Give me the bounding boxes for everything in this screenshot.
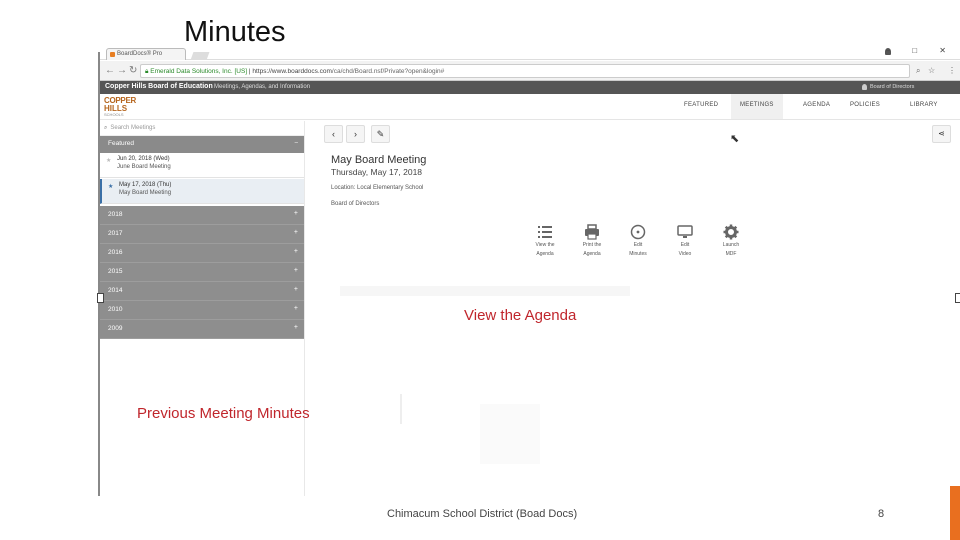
- search-meetings-input[interactable]: ⌕ Search Meetings: [100, 121, 304, 136]
- new-tab-button[interactable]: [190, 52, 210, 60]
- ghost-artifact: [340, 286, 630, 296]
- selection-handle: [955, 293, 960, 303]
- meeting-date: May 17, 2018 (Thu): [119, 182, 172, 188]
- meeting-name: May Board Meeting: [119, 190, 172, 196]
- ghost-artifact: [480, 404, 540, 464]
- next-meeting-button[interactable]: ›: [346, 125, 365, 143]
- user-icon: [862, 84, 867, 90]
- zoom-icon[interactable]: ⌕: [916, 66, 920, 76]
- meeting-title: May Board Meeting: [331, 154, 427, 166]
- site-title-strip: Copper Hills Board of Education Meetings…: [100, 81, 960, 94]
- year-folder[interactable]: 2014 +: [100, 282, 304, 301]
- mouse-cursor-icon: ⬉: [730, 133, 740, 145]
- browser-address-bar: ← → ↻ 🔒︎ Emerald Data Solutions, Inc. [U…: [100, 61, 960, 81]
- search-icon: ⌕: [104, 125, 108, 131]
- nav-agenda[interactable]: AGENDA: [803, 102, 830, 108]
- expand-icon: +: [293, 248, 298, 255]
- nav-library[interactable]: LIBRARY: [910, 102, 938, 108]
- edit-minutes-button[interactable]: Edit Minutes: [620, 224, 656, 258]
- expand-icon: +: [293, 286, 298, 293]
- url-host: https://www.boarddocs.com: [252, 68, 332, 75]
- browser-tab-bar: BoardDocs® Pro – □ ✕: [100, 44, 960, 60]
- callout-view-agenda: View the Agenda: [464, 307, 577, 324]
- edit-video-button[interactable]: Edit Video: [667, 224, 703, 258]
- year-folder[interactable]: 2016 +: [100, 244, 304, 263]
- selection-handle: [97, 293, 104, 303]
- favicon-icon: [110, 52, 115, 57]
- site-subtitle: Meetings, Agendas, and Information: [214, 83, 311, 90]
- year-folder[interactable]: 2018 +: [100, 206, 304, 225]
- year-folder[interactable]: 2015 +: [100, 263, 304, 282]
- edit-pencil-button[interactable]: ✎: [371, 125, 390, 143]
- meeting-board: Board of Directors: [331, 201, 380, 207]
- year-folder[interactable]: 2010 +: [100, 301, 304, 320]
- meeting-location: Location: Local Elementary School: [331, 185, 424, 191]
- sidebar-divider: [304, 121, 305, 496]
- menu-dots-icon[interactable]: ⋮: [948, 66, 956, 75]
- forward-arrow-icon[interactable]: →: [117, 65, 127, 76]
- print-agenda-button[interactable]: Print the Agenda: [574, 224, 610, 258]
- launch-mdf-button[interactable]: Launch MDF: [713, 224, 749, 258]
- callout-previous-minutes: Previous Meeting Minutes: [137, 405, 310, 422]
- user-menu[interactable]: Board of Directors: [870, 84, 914, 90]
- expand-icon: +: [293, 305, 298, 312]
- back-arrow-icon[interactable]: ←: [105, 65, 115, 76]
- tab-label: BoardDocs® Pro: [117, 51, 163, 57]
- previous-meeting-button[interactable]: ‹: [324, 125, 343, 143]
- district-logo: COPPER HILLS SCHOOLS: [104, 96, 136, 117]
- slide-page-number: 8: [878, 508, 885, 520]
- list-icon: [538, 226, 552, 238]
- featured-header[interactable]: Featured –: [100, 136, 304, 153]
- bookmark-star-icon[interactable]: ☆: [928, 66, 935, 75]
- nav-meetings[interactable]: MEETINGS: [731, 94, 783, 119]
- expand-icon: +: [293, 267, 298, 274]
- monitor-icon: [677, 225, 693, 238]
- view-agenda-button[interactable]: View the Agenda: [527, 224, 563, 258]
- meeting-name: June Board Meeting: [117, 164, 171, 170]
- meeting-item[interactable]: ★ Jun 20, 2018 (Wed) June Board Meeting: [100, 153, 304, 178]
- clock-icon: [630, 224, 646, 240]
- featured-label: Featured: [108, 140, 135, 147]
- share-button[interactable]: ⋖: [932, 125, 951, 143]
- url-secure-label: Emerald Data Solutions, Inc. [US]: [150, 68, 248, 75]
- reload-icon[interactable]: ↻: [129, 65, 137, 76]
- accent-bar: [950, 486, 960, 540]
- window-controls[interactable]: – □ ✕: [886, 46, 956, 55]
- browser-tab[interactable]: BoardDocs® Pro: [106, 48, 186, 60]
- meeting-item-selected[interactable]: ★ May 17, 2018 (Thu) May Board Meeting: [100, 179, 304, 204]
- nav-policies[interactable]: POLICIES: [850, 102, 880, 108]
- url-field[interactable]: 🔒︎ Emerald Data Solutions, Inc. [US] | h…: [140, 64, 910, 78]
- slide-footer: Chimacum School District (Boad Docs): [387, 508, 578, 520]
- printer-icon: [585, 224, 599, 240]
- gear-icon: [723, 224, 739, 240]
- star-icon: ★: [106, 158, 112, 164]
- ghost-artifact: [400, 394, 402, 424]
- year-folder[interactable]: 2009 +: [100, 320, 304, 339]
- meeting-date: Jun 20, 2018 (Wed): [117, 156, 170, 162]
- expand-icon: +: [293, 229, 298, 236]
- collapse-icon: –: [294, 140, 298, 146]
- lock-icon: 🔒︎: [145, 68, 149, 75]
- url-path: /ca/chd/Board.nsf/Private?open&login#: [331, 68, 445, 75]
- meeting-datetime: Thursday, May 17, 2018: [331, 167, 423, 177]
- star-icon: ★: [108, 184, 114, 190]
- expand-icon: +: [293, 210, 298, 217]
- expand-icon: +: [293, 324, 298, 331]
- site-nav: COPPER HILLS SCHOOLS FEATURED MEETINGS A…: [100, 94, 960, 120]
- nav-featured[interactable]: FEATURED: [684, 102, 718, 108]
- board-title: Copper Hills Board of Education: [105, 83, 213, 90]
- year-folder[interactable]: 2017 +: [100, 225, 304, 244]
- search-placeholder: Search Meetings: [110, 125, 156, 131]
- boarddocs-screenshot: BoardDocs® Pro – □ ✕ ← → ↻ 🔒︎ Emerald Da…: [100, 44, 960, 496]
